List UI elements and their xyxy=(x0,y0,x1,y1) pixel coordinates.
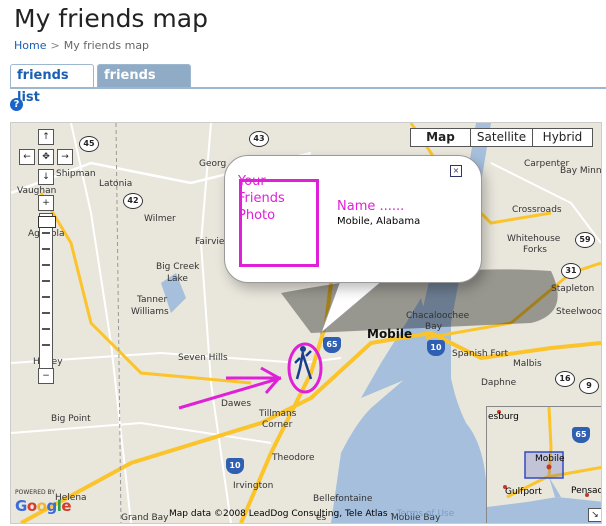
breadcrumb-separator: > xyxy=(50,39,60,52)
place-label: Seven Hills xyxy=(178,353,228,363)
map-attribution: Map data ©2008 LeadDog Consulting, Tele … xyxy=(169,509,455,519)
zoom-notch xyxy=(42,232,50,234)
tab-friends-list[interactable]: friends list xyxy=(10,64,94,105)
place-label: Irvington xyxy=(233,481,274,491)
place-label: Georg xyxy=(199,159,227,169)
place-label: Bellefontaine xyxy=(313,494,373,504)
route-shield: 16 xyxy=(555,371,575,387)
place-label: Big Point xyxy=(51,414,91,424)
pan-right-button[interactable]: → xyxy=(57,149,73,165)
place-label: Latonia xyxy=(99,179,133,189)
map-canvas[interactable]: Shipman Latonia Georg Vaughan Wilmer Fai… xyxy=(10,122,602,524)
minimap-base-layer xyxy=(487,407,601,523)
page-title: My friends map xyxy=(14,4,208,33)
interstate-shield: 65 xyxy=(323,337,341,353)
tab-friends-map[interactable]: friends map xyxy=(97,64,191,105)
route-shield: 31 xyxy=(561,263,581,279)
place-label: Bay Minne xyxy=(560,166,602,176)
map-type-hybrid-button[interactable]: Hybrid xyxy=(532,128,593,147)
breadcrumb-home-link[interactable]: Home xyxy=(14,39,46,52)
minimap-label: esburg xyxy=(488,412,519,422)
place-label: Malbis xyxy=(513,359,542,369)
place-label: Spanish Fort xyxy=(452,349,508,359)
tab-bar: friends list friends map xyxy=(10,64,606,105)
place-label: Crossroads xyxy=(512,205,562,215)
breadcrumb-current: My friends map xyxy=(63,39,150,52)
minimap-expand-icon[interactable]: ↘ xyxy=(588,508,601,522)
zoom-notch xyxy=(42,296,50,298)
interstate-shield: 10 xyxy=(427,340,445,356)
interstate-shield: 10 xyxy=(226,458,244,474)
zoom-notch xyxy=(42,328,50,330)
place-label: Whitehouse xyxy=(507,234,561,244)
google-logo[interactable]: Google xyxy=(15,497,72,515)
place-label: Big Creek xyxy=(156,262,200,272)
place-label: Williams xyxy=(131,307,169,317)
place-label: Theodore xyxy=(272,453,315,463)
place-label: Steelwood xyxy=(556,307,602,317)
pan-down-button[interactable]: ↓ xyxy=(38,169,54,185)
map-type-map-button[interactable]: Map xyxy=(410,128,471,147)
place-label: Forks xyxy=(523,245,547,255)
terms-of-use-link[interactable]: Terms of Use xyxy=(397,509,455,519)
breadcrumb: Home > My friends map xyxy=(14,39,149,52)
place-label: Bay xyxy=(425,322,443,332)
zoom-notch xyxy=(42,344,50,346)
zoom-slider-thumb[interactable] xyxy=(38,216,56,228)
zoom-slider[interactable] xyxy=(38,213,56,370)
powered-by-label: POWERED BY xyxy=(15,489,56,496)
place-label: Daphne xyxy=(481,378,517,388)
friend-name: Name ...... xyxy=(337,199,405,214)
route-shield: 9 xyxy=(579,378,599,394)
minimap-label: Pensaco xyxy=(571,486,601,496)
place-label: Tillmans xyxy=(259,409,297,419)
route-shield: 45 xyxy=(79,136,99,152)
route-shield: 42 xyxy=(123,193,143,209)
attribution-text: Map data ©2008 LeadDog Consulting, Tele … xyxy=(169,509,388,519)
map-type-satellite-button[interactable]: Satellite xyxy=(470,128,533,147)
info-window: Your Friends Photo Name ...... Mobile, Ala… xyxy=(224,155,482,283)
zoom-notch xyxy=(42,248,50,250)
place-label: Chacaloochee xyxy=(406,311,470,321)
place-label: Grand Bay xyxy=(121,513,169,523)
pan-up-button[interactable]: ↑ xyxy=(38,129,54,145)
interstate-shield: 65 xyxy=(572,427,590,443)
route-shield: 43 xyxy=(249,131,269,147)
place-label: Tanner xyxy=(137,295,168,305)
close-icon[interactable]: × xyxy=(450,165,462,177)
minimap-label: Gulfport xyxy=(505,487,542,497)
place-label: Wilmer xyxy=(144,214,176,224)
place-label: Dawes xyxy=(221,399,252,409)
pan-left-button[interactable]: ← xyxy=(19,149,35,165)
minimap-label: Mobile xyxy=(535,454,565,464)
pan-center-button[interactable]: ✥ xyxy=(38,149,54,165)
place-label: Stapleton xyxy=(551,284,595,294)
friend-location: Mobile, Alabama xyxy=(337,216,421,227)
place-label: Lake xyxy=(167,274,188,284)
place-label-mobile: Mobile xyxy=(367,327,413,341)
place-label: Shipman xyxy=(56,169,96,179)
overview-minimap[interactable]: esburg Mobile Gulfport Pensaco 65 ↘ xyxy=(486,406,601,523)
zoom-notch xyxy=(42,312,50,314)
place-label: Corner xyxy=(262,420,293,430)
zoom-in-button[interactable]: + xyxy=(38,195,54,211)
help-icon[interactable]: ? xyxy=(10,98,23,111)
zoom-notch xyxy=(42,264,50,266)
zoom-out-button[interactable]: − xyxy=(38,368,54,384)
friend-photo-label: Your Friends Photo xyxy=(238,174,285,223)
route-shield: 59 xyxy=(575,232,595,248)
zoom-notch xyxy=(42,280,50,282)
